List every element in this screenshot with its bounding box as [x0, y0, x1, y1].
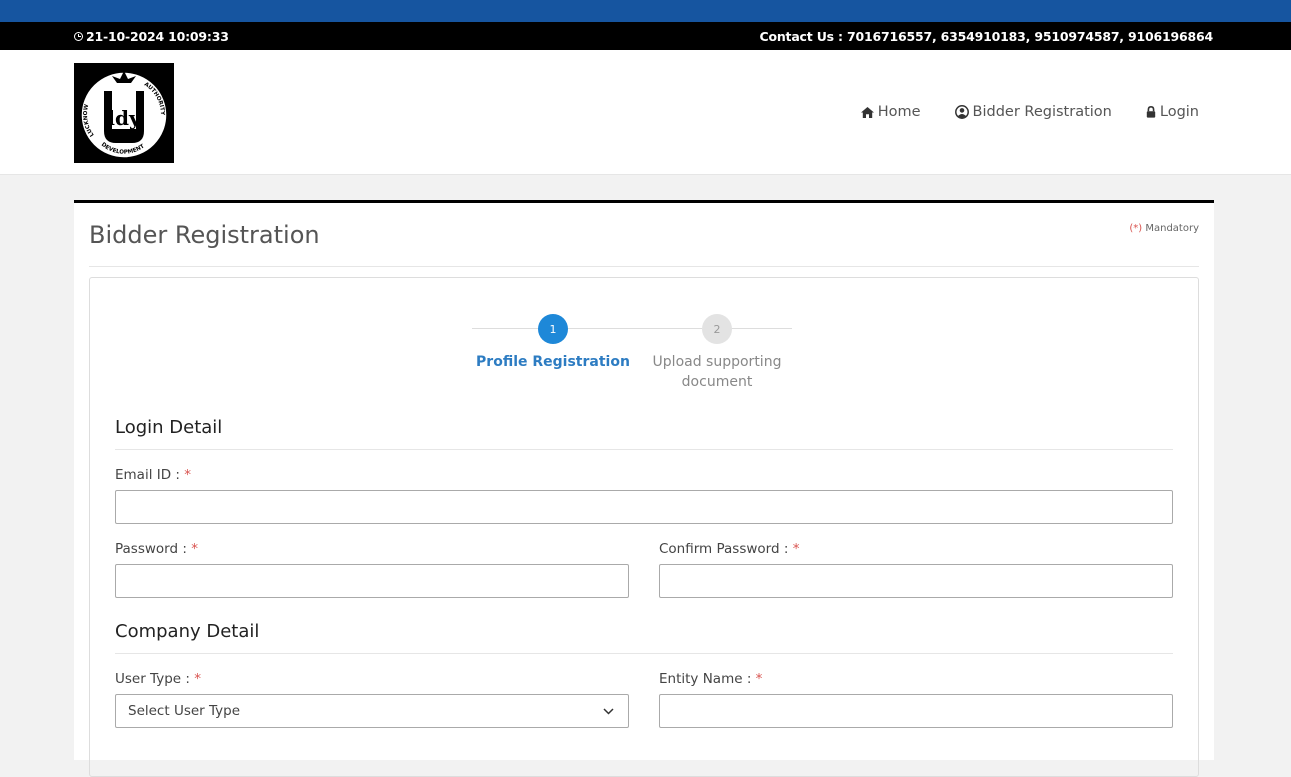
password-label: Password : *	[115, 541, 198, 557]
nav-login[interactable]: Login	[1146, 104, 1199, 120]
confirm-password-label-text: Confirm Password :	[659, 541, 789, 557]
password-input[interactable]	[115, 564, 629, 598]
company-detail-divider	[115, 653, 1173, 654]
nav-bidder-registration[interactable]: Bidder Registration	[954, 104, 1112, 120]
login-detail-divider	[115, 449, 1173, 450]
mandatory-note: (*) Mandatory	[1129, 223, 1199, 234]
mandatory-note-label: Mandatory	[1145, 223, 1199, 234]
entity-name-required-mark: *	[755, 671, 763, 687]
login-detail-heading: Login Detail	[115, 417, 223, 438]
email-input[interactable]	[115, 490, 1173, 524]
registration-stepper: 1 Profile Registration 2 Upload supporti…	[472, 314, 792, 394]
datetime-display: 21-10-2024 10:09:33	[74, 29, 229, 44]
entity-name-input[interactable]	[659, 694, 1173, 728]
chevron-down-icon	[603, 707, 614, 715]
title-divider	[89, 266, 1199, 267]
password-required-mark: *	[191, 541, 198, 557]
user-type-select[interactable]: Select User Type	[115, 694, 629, 728]
lock-icon	[1146, 106, 1156, 118]
info-bar: 21-10-2024 10:09:33 Contact Us : 7016716…	[0, 22, 1291, 50]
step-1-label: Profile Registration	[476, 354, 630, 370]
clock-icon	[74, 31, 83, 41]
entity-name-label: Entity Name : *	[659, 671, 762, 687]
email-required-mark: *	[184, 467, 192, 483]
nav-home-label: Home	[877, 104, 921, 120]
nav-home[interactable]: Home	[860, 104, 921, 120]
user-type-selected-value: Select User Type	[128, 703, 241, 719]
form-panel: 1 Profile Registration 2 Upload supporti…	[89, 277, 1199, 777]
site-header: LUCKNOW DEVELOPMENT AUTHORITY ldy Home B…	[0, 50, 1291, 175]
user-type-label-text: User Type :	[115, 671, 190, 687]
mandatory-note-star: (*)	[1129, 223, 1143, 234]
page-title: Bidder Registration	[89, 221, 320, 249]
step-2-label: Upload supporting document	[652, 354, 782, 390]
company-detail-heading: Company Detail	[115, 621, 260, 642]
main-nav: Home Bidder Registration Login	[860, 50, 1199, 174]
user-circle-icon	[954, 105, 969, 119]
step-2-circle: 2	[702, 314, 732, 344]
contact-info: Contact Us : 7016716557, 6354910183, 951…	[759, 28, 1213, 44]
confirm-password-label: Confirm Password : *	[659, 541, 799, 557]
registration-card: Bidder Registration (*) Mandatory 1 Prof…	[74, 200, 1214, 777]
logo-monogram: ldy	[107, 106, 142, 130]
top-color-strip	[0, 0, 1291, 22]
lda-logo[interactable]: LUCKNOW DEVELOPMENT AUTHORITY ldy	[74, 63, 174, 163]
confirm-password-input[interactable]	[659, 564, 1173, 598]
step-1-circle: 1	[538, 314, 568, 344]
nav-login-label: Login	[1159, 104, 1199, 120]
nav-bidder-registration-label: Bidder Registration	[972, 104, 1112, 120]
email-label-text: Email ID :	[115, 467, 180, 483]
step-upload-documents[interactable]: 2 Upload supporting document	[642, 314, 792, 392]
confirm-password-required-mark: *	[792, 541, 800, 557]
datetime-text: 21-10-2024 10:09:33	[86, 28, 229, 44]
email-label: Email ID : *	[115, 467, 191, 483]
step-profile-registration[interactable]: 1 Profile Registration	[468, 314, 638, 372]
entity-name-label-text: Entity Name :	[659, 671, 752, 687]
user-type-label: User Type : *	[115, 671, 201, 687]
home-icon	[860, 106, 874, 118]
user-type-required-mark: *	[194, 671, 201, 687]
lda-logo-emblem: LUCKNOW DEVELOPMENT AUTHORITY ldy	[80, 71, 168, 159]
password-label-text: Password :	[115, 541, 187, 557]
